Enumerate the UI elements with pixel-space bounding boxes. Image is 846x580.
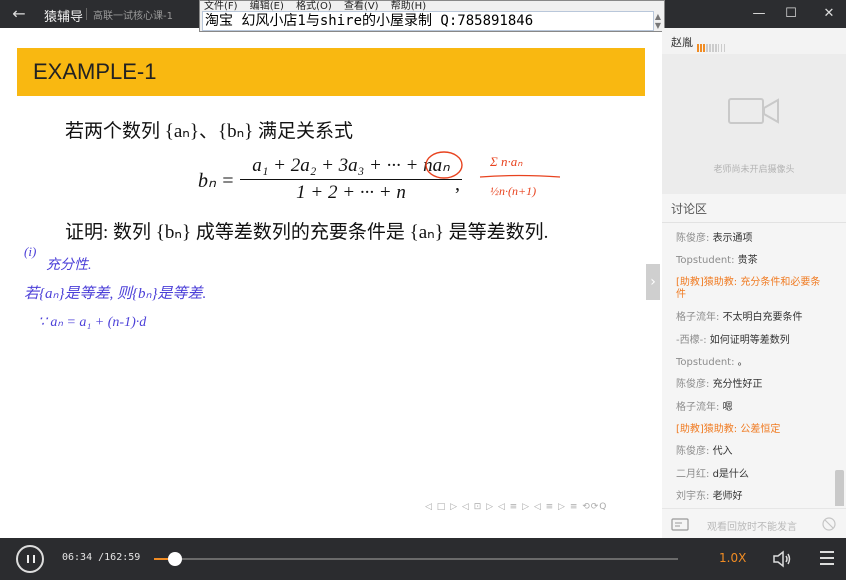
chat-user: 刘宇东: [676, 491, 710, 502]
red-note-denominator: ½n·(n+1) [490, 184, 537, 198]
chat-text: 表示通项 [712, 233, 753, 244]
chat-message: 二月红: d是什么 [676, 469, 828, 481]
chat-user: 格子流年: [676, 312, 720, 323]
chat-message: 刘宇东: 老师好 [676, 491, 828, 503]
close-icon[interactable]: ✕ [818, 3, 840, 25]
chat-text: 贵茶 [737, 255, 758, 266]
chat-text: 不太明白充要条件 [722, 312, 803, 323]
volume-icon[interactable] [772, 550, 792, 568]
playback-bar: 06:34 /162:59 1.0X [0, 538, 846, 580]
back-arrow-icon[interactable]: ← [8, 3, 30, 25]
camera-placeholder: 老师尚未开启摄像头 [662, 54, 846, 194]
slide-navigation-controls[interactable]: ◁ □ ▷ ◁ ⊡ ▷ ◁ ≡ ▷ ◁ ≡ ▷ ≡ ⟲⟳Q [425, 502, 607, 512]
chat-message: 格子流年: 不太明白充要条件 [676, 312, 828, 324]
current-time: 06:34 [62, 552, 93, 563]
formula-denominator: 1 + 2 + ··· + n [296, 182, 406, 203]
chat-user: 格子流年: [676, 402, 720, 413]
total-time: /162:59 [98, 552, 141, 563]
audio-level-icon [697, 37, 729, 52]
chat-user: 陈俊彦: [676, 379, 710, 390]
app-title: 猿辅导 [44, 10, 84, 25]
chat-scrollbar[interactable] [835, 470, 844, 506]
chat-user: Topstudent: [676, 255, 735, 266]
blue-note-sufficiency: 充分性. [46, 258, 92, 273]
video-camera-icon [728, 98, 779, 124]
red-fraction-bar [479, 174, 561, 178]
blue-note-hypothesis: 若{aₙ}是等差, 则{bₙ}是等差. [24, 286, 207, 302]
collapse-panel-chevron-icon[interactable]: › [646, 264, 660, 300]
chat-text: 公差恒定 [740, 424, 781, 435]
maximize-icon[interactable]: ☐ [780, 3, 802, 25]
slide-header-title: EXAMPLE-1 [33, 59, 157, 84]
lecture-slide: EXAMPLE-1 若两个数列 {aₙ}、{bₙ} 满足关系式 bₙ = a₁ … [0, 28, 662, 538]
discussion-divider [662, 222, 846, 223]
formula-lhs: bₙ = [198, 170, 235, 192]
progress-knob[interactable] [168, 552, 182, 566]
camera-off-message: 老师尚未开启摄像头 [713, 165, 795, 175]
chat-message-assistant: [助教]猿助教: 公差恒定 [676, 424, 828, 436]
chat-user: [助教]猿助教: [676, 424, 738, 435]
forbidden-icon [822, 517, 836, 531]
speed-button[interactable]: 1.0X [719, 551, 746, 565]
chat-text: 老师好 [712, 491, 743, 502]
chat-message: 陈俊彦: 表示通项 [676, 233, 828, 245]
menu-icon[interactable] [820, 551, 834, 565]
progress-track[interactable] [154, 552, 678, 566]
chat-text: 。 [737, 357, 748, 368]
minimize-icon[interactable]: — [748, 3, 770, 25]
title-divider [86, 8, 87, 20]
playback-time: 06:34 /162:59 [62, 552, 140, 563]
chat-message: -西檬-: 如何证明等差数列 [676, 335, 828, 347]
chat-user: [助教]猿助教: [676, 277, 738, 288]
chat-text: 充分性好正 [712, 379, 763, 390]
teacher-bar: 赵胤 [662, 28, 846, 54]
right-panel: 赵胤 老师尚未开启摄像头 讨论区 陈俊彦: 表示通项 Topstudent: 贵… [662, 28, 846, 538]
chat-message: 陈俊彦: 充分性好正 [676, 379, 828, 391]
chat-user: Topstudent: [676, 357, 735, 368]
red-circle-annotation [425, 151, 463, 179]
chat-list[interactable]: 陈俊彦: 表示通项 Topstudent: 贵茶 [助教]猿助教: 充分条件和必… [662, 228, 846, 506]
chat-message: 陈俊彦: 代入 [676, 446, 828, 458]
teacher-name: 赵胤 [671, 36, 693, 49]
red-note-numerator: Σ n·aₙ [490, 154, 523, 169]
chat-message: Topstudent: 贵茶 [676, 255, 828, 267]
discussion-title: 讨论区 [671, 202, 708, 216]
slide-header: EXAMPLE-1 [17, 48, 645, 96]
pause-button[interactable] [16, 545, 44, 573]
chat-text: 代入 [712, 446, 733, 457]
filter-message-icon[interactable] [671, 518, 689, 531]
chat-message-assistant: [助教]猿助教: 充分条件和必要条件 [676, 277, 828, 301]
app-window: ← 猿辅导 高联一试核心课-1 — ☐ ✕ EXAMPLE-1 若两个数列 {a… [0, 0, 846, 580]
notepad-overlay-window: 文件(F) 编辑(E) 格式(O) 查看(V) 帮助(H) 淘宝 幻风小店1与s… [199, 0, 665, 32]
chat-user: 陈俊彦: [676, 446, 710, 457]
proof-prompt-line: 证明: 数列 {bₙ} 成等差数列的充要条件是 {aₙ} 是等差数列. [65, 222, 549, 243]
chat-user: 陈俊彦: [676, 233, 710, 244]
chat-user: -西檬-: [676, 335, 707, 346]
problem-statement-line: 若两个数列 {aₙ}、{bₙ} 满足关系式 [65, 121, 354, 142]
chat-message: 格子流年: 嗯 [676, 402, 828, 414]
chat-user: 二月红: [676, 469, 710, 480]
chat-text: 如何证明等差数列 [709, 335, 790, 346]
notepad-text-area[interactable]: 淘宝 幻风小店1与shire的小屋录制 Q:785891846 [202, 11, 654, 31]
chat-text: 嗯 [722, 402, 733, 413]
blue-note-formula: ∵ aₙ = a₁ + (n-1)·d [38, 315, 147, 330]
chat-input-bar: 观看回放时不能发言 [662, 508, 846, 538]
blue-note-part-label: (i) [24, 244, 37, 259]
chat-message: Topstudent: 。 [676, 357, 828, 369]
chat-disabled-hint: 观看回放时不能发言 [707, 522, 797, 533]
course-title: 高联一试核心课-1 [93, 11, 173, 22]
chat-text: d是什么 [712, 469, 749, 480]
